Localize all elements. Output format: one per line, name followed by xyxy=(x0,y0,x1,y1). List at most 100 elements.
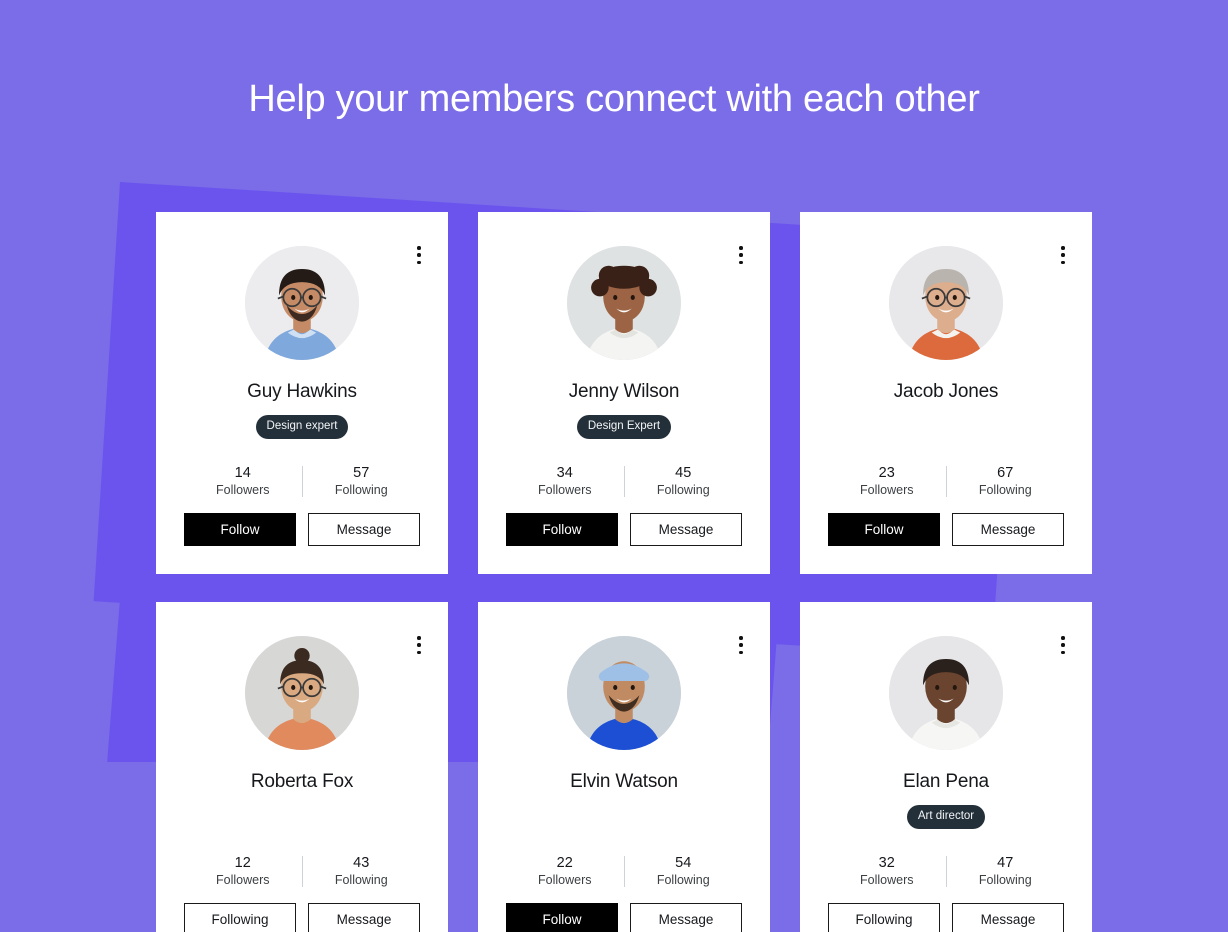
kebab-dot xyxy=(417,643,421,647)
followers-count: 12 xyxy=(234,855,251,871)
follow-button[interactable]: Follow xyxy=(506,903,618,932)
member-name: Guy Hawkins xyxy=(247,381,357,402)
role-badge: Design expert xyxy=(255,414,349,440)
following-label: Following xyxy=(334,873,388,888)
following-count: 57 xyxy=(353,465,370,481)
message-button[interactable]: Message xyxy=(630,513,742,546)
following-count: 67 xyxy=(997,465,1014,481)
card-actions: Follow Message xyxy=(506,903,742,932)
kebab-menu-icon[interactable] xyxy=(410,634,428,656)
kebab-dot xyxy=(739,246,743,250)
member-stats: 22 Followers 54 Following xyxy=(506,854,742,889)
following-count: 45 xyxy=(675,465,692,481)
kebab-dot xyxy=(739,650,743,654)
follow-button[interactable]: Follow xyxy=(506,513,618,546)
kebab-dot xyxy=(1061,636,1065,640)
avatar-woman-curly-hair-white-shirt xyxy=(567,246,681,360)
following-stat: 67 Following xyxy=(947,464,1065,499)
follow-button[interactable]: Follow xyxy=(184,513,296,546)
following-count: 43 xyxy=(353,855,370,871)
role-badge: Art director xyxy=(906,804,986,830)
followers-label: Followers xyxy=(216,483,270,498)
kebab-dot xyxy=(1061,643,1065,647)
card-actions: Following Message xyxy=(184,903,420,932)
followers-count: 23 xyxy=(878,465,895,481)
kebab-dot xyxy=(739,253,743,257)
followers-count: 22 xyxy=(556,855,573,871)
kebab-menu-icon[interactable] xyxy=(732,634,750,656)
card-actions: Follow Message xyxy=(506,513,742,546)
card-actions: Follow Message xyxy=(828,513,1064,546)
avatar-man-white-shirt-smiling xyxy=(889,636,1003,750)
following-button[interactable]: Following xyxy=(184,903,296,932)
following-label: Following xyxy=(978,873,1032,888)
member-card[interactable]: Jacob Jones 23 Followers 67 Following Fo… xyxy=(800,212,1092,574)
avatar-older-woman-glasses-orange-blazer xyxy=(889,246,1003,360)
member-name: Jenny Wilson xyxy=(568,381,680,402)
kebab-dot xyxy=(417,253,421,257)
message-button[interactable]: Message xyxy=(630,903,742,932)
followers-stat: 22 Followers xyxy=(506,854,624,889)
page-root: Help your members connect with each othe… xyxy=(0,0,1228,932)
followers-stat: 23 Followers xyxy=(828,464,946,499)
kebab-dot xyxy=(739,260,743,264)
kebab-dot xyxy=(739,636,743,640)
member-stats: 14 Followers 57 Following xyxy=(184,464,420,499)
member-card[interactable]: Elvin Watson 22 Followers 54 Following F… xyxy=(478,602,770,932)
following-button[interactable]: Following xyxy=(828,903,940,932)
member-stats: 32 Followers 47 Following xyxy=(828,854,1064,889)
followers-label: Followers xyxy=(538,483,592,498)
member-name: Elan Pena xyxy=(903,771,989,792)
kebab-menu-icon[interactable] xyxy=(410,244,428,266)
member-name: Roberta Fox xyxy=(250,771,354,792)
member-card-grid: Guy Hawkins Design expert 14 Followers 5… xyxy=(156,212,1092,932)
page-title: Help your members connect with each othe… xyxy=(248,78,980,120)
avatar-man-with-glasses-blue-floral-shirt xyxy=(245,246,359,360)
followers-label: Followers xyxy=(216,873,270,888)
following-stat: 47 Following xyxy=(947,854,1065,889)
card-actions: Follow Message xyxy=(184,513,420,546)
followers-stat: 12 Followers xyxy=(184,854,302,889)
following-stat: 57 Following xyxy=(303,464,421,499)
message-button[interactable]: Message xyxy=(308,513,420,546)
followers-stat: 34 Followers xyxy=(506,464,624,499)
followers-stat: 32 Followers xyxy=(828,854,946,889)
message-button[interactable]: Message xyxy=(952,903,1064,932)
following-label: Following xyxy=(656,483,710,498)
member-card[interactable]: Jenny Wilson Design Expert 34 Followers … xyxy=(478,212,770,574)
member-stats: 34 Followers 45 Following xyxy=(506,464,742,499)
kebab-dot xyxy=(1061,260,1065,264)
avatar-man-beanie-blue-sweatshirt xyxy=(567,636,681,750)
kebab-menu-icon[interactable] xyxy=(732,244,750,266)
kebab-menu-icon[interactable] xyxy=(1054,244,1072,266)
following-count: 47 xyxy=(997,855,1014,871)
card-actions: Following Message xyxy=(828,903,1064,932)
member-card[interactable]: Guy Hawkins Design expert 14 Followers 5… xyxy=(156,212,448,574)
member-stats: 23 Followers 67 Following xyxy=(828,464,1064,499)
kebab-dot xyxy=(417,260,421,264)
followers-count: 14 xyxy=(234,465,251,481)
avatar-woman-bun-glasses-orange-blouse xyxy=(245,636,359,750)
role-badge: Design Expert xyxy=(576,414,672,440)
member-card[interactable]: Elan Pena Art director 32 Followers 47 F… xyxy=(800,602,1092,932)
followers-label: Followers xyxy=(538,873,592,888)
kebab-dot xyxy=(417,636,421,640)
kebab-dot xyxy=(417,246,421,250)
kebab-menu-icon[interactable] xyxy=(1054,634,1072,656)
message-button[interactable]: Message xyxy=(952,513,1064,546)
following-count: 54 xyxy=(675,855,692,871)
following-stat: 45 Following xyxy=(625,464,743,499)
followers-label: Followers xyxy=(860,483,914,498)
followers-count: 34 xyxy=(556,465,573,481)
kebab-dot xyxy=(1061,253,1065,257)
member-card[interactable]: Roberta Fox 12 Followers 43 Following Fo… xyxy=(156,602,448,932)
follow-button[interactable]: Follow xyxy=(828,513,940,546)
message-button[interactable]: Message xyxy=(308,903,420,932)
kebab-dot xyxy=(417,650,421,654)
followers-count: 32 xyxy=(878,855,895,871)
following-stat: 54 Following xyxy=(625,854,743,889)
followers-stat: 14 Followers xyxy=(184,464,302,499)
member-name: Jacob Jones xyxy=(893,381,999,402)
kebab-dot xyxy=(1061,650,1065,654)
following-label: Following xyxy=(978,483,1032,498)
